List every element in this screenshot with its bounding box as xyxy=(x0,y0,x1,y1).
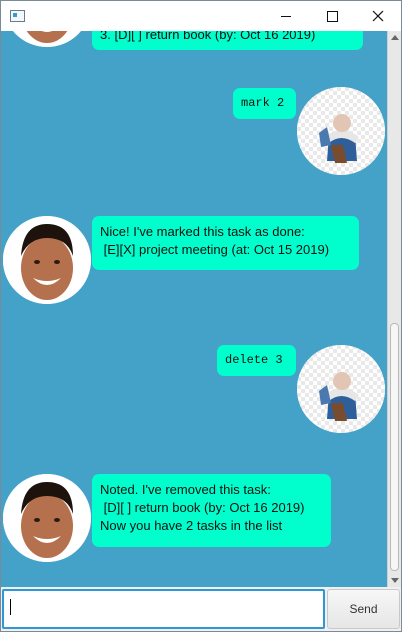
message-line: mark 2 xyxy=(241,96,285,110)
bot-message-bubble: Nice! I've marked this task as done: [E]… xyxy=(92,216,359,270)
message-line: delete 3 xyxy=(225,353,283,367)
send-button[interactable]: Send xyxy=(327,589,400,629)
bot-message-bubble: Noted. I've removed this task: [D][ ] re… xyxy=(92,474,331,547)
bot-avatar xyxy=(3,474,91,562)
message-line: Now you have 2 tasks in the list xyxy=(100,518,283,533)
message-line: Nice! I've marked this task as done: xyxy=(100,224,305,239)
message-input[interactable] xyxy=(2,589,325,629)
user-message-bubble: mark 2 xyxy=(233,88,296,119)
user-avatar xyxy=(297,87,385,175)
bot-avatar xyxy=(3,31,91,47)
minimize-button[interactable] xyxy=(263,1,309,31)
message-line: [E][X] project meeting (at: Oct 15 2019) xyxy=(100,242,330,257)
close-icon xyxy=(372,10,384,22)
vertical-scrollbar[interactable] xyxy=(387,31,401,587)
scroll-up-icon[interactable] xyxy=(391,35,399,40)
message-line: Noted. I've removed this task: xyxy=(100,482,271,497)
bot-message-bubble: 3. [D][ ] return book (by: Oct 16 2019) xyxy=(92,31,363,50)
app-window: 3. [D][ ] return book (by: Oct 16 2019) … xyxy=(0,0,402,632)
user-avatar xyxy=(297,345,385,433)
input-bar: Send xyxy=(1,587,401,631)
message-line: 3. [D][ ] return book (by: Oct 16 2019) xyxy=(100,31,316,42)
scroll-down-icon[interactable] xyxy=(391,578,399,583)
text-caret xyxy=(10,599,11,615)
user-message-bubble: delete 3 xyxy=(217,345,296,376)
maximize-icon xyxy=(326,10,338,22)
minimize-icon xyxy=(281,15,291,17)
app-icon xyxy=(10,10,25,22)
chat-scroll-area[interactable]: 3. [D][ ] return book (by: Oct 16 2019) … xyxy=(1,31,387,587)
maximize-button[interactable] xyxy=(309,1,355,31)
message-line: [D][ ] return book (by: Oct 16 2019) xyxy=(100,500,305,515)
close-button[interactable] xyxy=(355,1,401,31)
bot-avatar xyxy=(3,216,91,304)
title-bar xyxy=(1,1,401,31)
scrollbar-thumb[interactable] xyxy=(390,323,399,571)
